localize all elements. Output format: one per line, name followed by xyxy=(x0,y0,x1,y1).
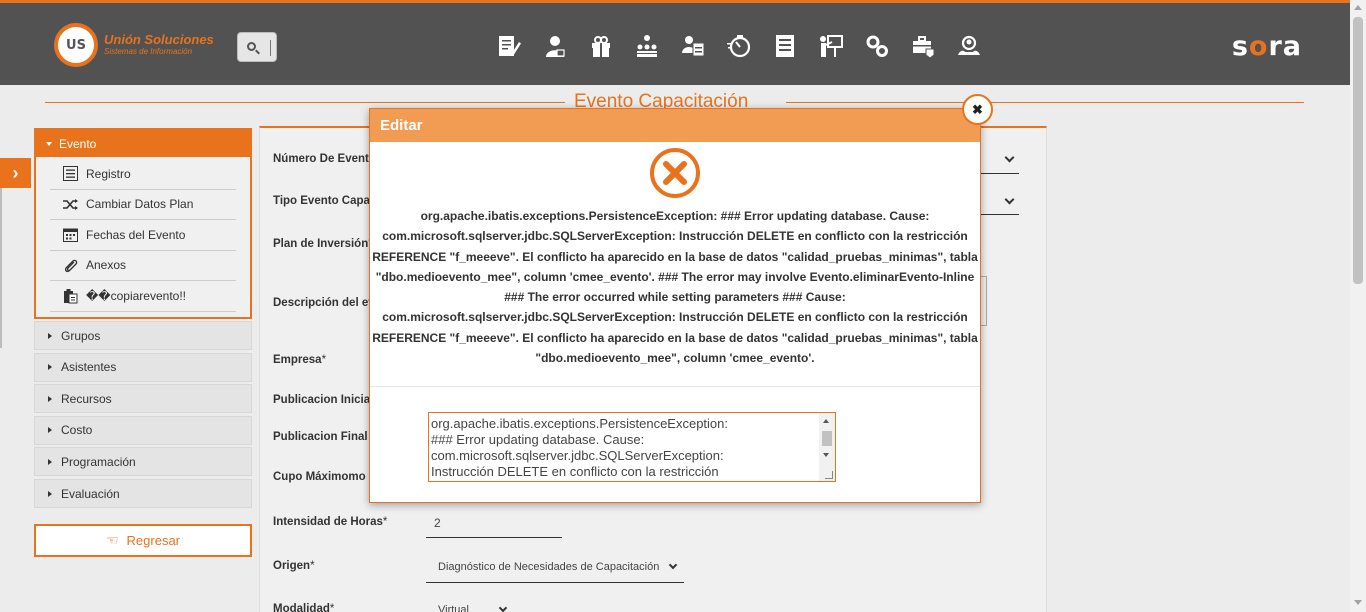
presentation-icon[interactable] xyxy=(808,30,854,62)
sidebar-item-asistentes[interactable]: Asistentes xyxy=(34,352,252,382)
edit-document-icon[interactable] xyxy=(486,30,532,62)
publicacion-inicial-label: Publicacion Inicial xyxy=(273,394,374,406)
sidebar-item-cambiar-datos-plan[interactable]: Cambiar Datos Plan xyxy=(50,190,236,220)
scroll-thumb[interactable] xyxy=(1353,17,1363,284)
sidebar-item-programacion[interactable]: Programación xyxy=(34,447,252,477)
stopwatch-icon[interactable] xyxy=(716,30,762,62)
sidebar-item-label: Anexos xyxy=(86,258,127,273)
close-icon[interactable]: ✖ xyxy=(962,94,993,125)
descripcion-label: Descripción del ev xyxy=(273,297,375,309)
shuffle-icon xyxy=(62,196,79,213)
sidebar-item-label: Registro xyxy=(86,166,131,181)
chevron-right-icon: › xyxy=(12,162,19,183)
sidebar-item-label: Cambiar Datos Plan xyxy=(86,197,194,212)
paperclip-icon xyxy=(62,257,79,274)
logo-subtitle: Sistemas de Información xyxy=(104,47,193,56)
title-rule-right xyxy=(786,102,1304,103)
sidebar-item-anexos[interactable]: Anexos xyxy=(50,251,236,281)
sidebar-edge xyxy=(0,188,2,348)
intensidad-horas-label: Intensidad de Horas* xyxy=(273,516,388,528)
intensidad-horas-input[interactable]: 2 xyxy=(434,516,441,530)
hand-point-left-icon: ☜ xyxy=(105,532,119,548)
clipboard-icon xyxy=(62,287,79,304)
scroll-up-arrow-icon[interactable] xyxy=(1354,5,1362,10)
sidebar-item-recursos[interactable]: Recursos xyxy=(34,384,252,414)
dialog-divider xyxy=(370,386,980,387)
calendar-icon xyxy=(62,226,79,243)
plan-inversion-label: Plan de Inversión* xyxy=(273,238,373,250)
evento-panel: Evento Registro Cambiar Datos Plan Fecha… xyxy=(34,128,252,319)
numero-evento-label: Número De Evento xyxy=(273,153,376,165)
tipo-evento-label: Tipo Evento Capac xyxy=(273,195,377,207)
main-nav xyxy=(486,30,992,62)
scroll-down-arrow-icon[interactable] xyxy=(823,453,829,457)
evento-section-header[interactable]: Evento xyxy=(36,130,250,157)
sidebar-item-registro[interactable]: Registro xyxy=(50,159,236,190)
sidebar-item-label: Fechas del Evento xyxy=(86,227,186,242)
modalidad-select[interactable]: Virtual xyxy=(438,604,469,612)
search-button[interactable] xyxy=(237,32,277,62)
user-card-icon[interactable] xyxy=(670,30,716,62)
error-icon xyxy=(650,148,700,198)
modalidad-label: Modalidad* xyxy=(273,603,335,612)
user-icon[interactable] xyxy=(532,30,578,62)
list-icon xyxy=(62,165,79,182)
caret-right-icon xyxy=(48,458,52,465)
sidebar-item-grupos[interactable]: Grupos xyxy=(34,321,252,351)
hierarchy-icon[interactable] xyxy=(624,30,670,62)
group-search-icon[interactable] xyxy=(946,30,992,62)
error-message: org.apache.ibatis.exceptions.Persistence… xyxy=(372,209,978,366)
sidebar-item-copiar-evento[interactable]: ��copiarevento!! xyxy=(50,281,236,312)
back-button[interactable]: ☜ Regresar xyxy=(34,524,252,557)
error-detail-textarea[interactable]: org.apache.ibatis.exceptions.Persistence… xyxy=(428,412,836,482)
caret-right-icon xyxy=(48,332,52,339)
scroll-thumb[interactable] xyxy=(822,431,832,446)
app-header: US Unión Soluciones Sistemas de Informac… xyxy=(0,3,1350,85)
brand-logo: sora xyxy=(1231,31,1302,62)
tipo-evento-underline xyxy=(981,214,1019,215)
title-rule-left xyxy=(45,102,565,103)
gift-icon[interactable] xyxy=(578,30,624,62)
logo-badge: US xyxy=(54,23,98,67)
logo-title: Unión Soluciones xyxy=(104,32,214,47)
cupo-maximo-label: Cupo Máximomo xyxy=(273,471,366,483)
caret-right-icon xyxy=(48,427,52,434)
dialog-title: Editar xyxy=(370,109,980,142)
evento-section-title: Evento xyxy=(59,136,97,151)
scroll-down-arrow-icon[interactable] xyxy=(1354,600,1362,605)
caret-down-icon xyxy=(46,141,52,146)
caret-right-icon xyxy=(48,395,52,402)
publicacion-final-label: Publicacion Final xyxy=(273,431,368,443)
company-logo[interactable]: US Unión Soluciones Sistemas de Informac… xyxy=(54,23,214,67)
caret-right-icon xyxy=(48,490,52,497)
origen-underline xyxy=(426,582,684,583)
sidebar-toggle[interactable]: › xyxy=(0,158,31,188)
sidebar-item-costo[interactable]: Costo xyxy=(34,415,252,445)
origen-select[interactable]: Diagnóstico de Necesidades de Capacitaci… xyxy=(438,561,659,573)
scroll-up-arrow-icon[interactable] xyxy=(823,419,829,423)
error-detail-text: org.apache.ibatis.exceptions.Persistence… xyxy=(431,416,729,479)
caret-right-icon xyxy=(48,364,52,371)
origen-label: Origen* xyxy=(273,560,315,572)
sidebar-item-evaluacion[interactable]: Evaluación xyxy=(34,479,252,509)
sidebar-item-fechas-evento[interactable]: Fechas del Evento xyxy=(50,220,236,251)
empresa-label: Empresa* xyxy=(273,354,327,366)
toolbox-icon[interactable] xyxy=(900,30,946,62)
sidebar: Evento Registro Cambiar Datos Plan Fecha… xyxy=(34,128,252,509)
report-icon[interactable] xyxy=(762,30,808,62)
resize-grip-icon[interactable] xyxy=(825,471,833,479)
page-scrollbar[interactable] xyxy=(1350,0,1366,612)
numero-evento-underline xyxy=(981,173,1019,174)
sidebar-item-label: ��copiarevento!! xyxy=(86,288,186,303)
intensidad-horas-underline xyxy=(426,537,562,538)
gears-icon[interactable] xyxy=(854,30,900,62)
